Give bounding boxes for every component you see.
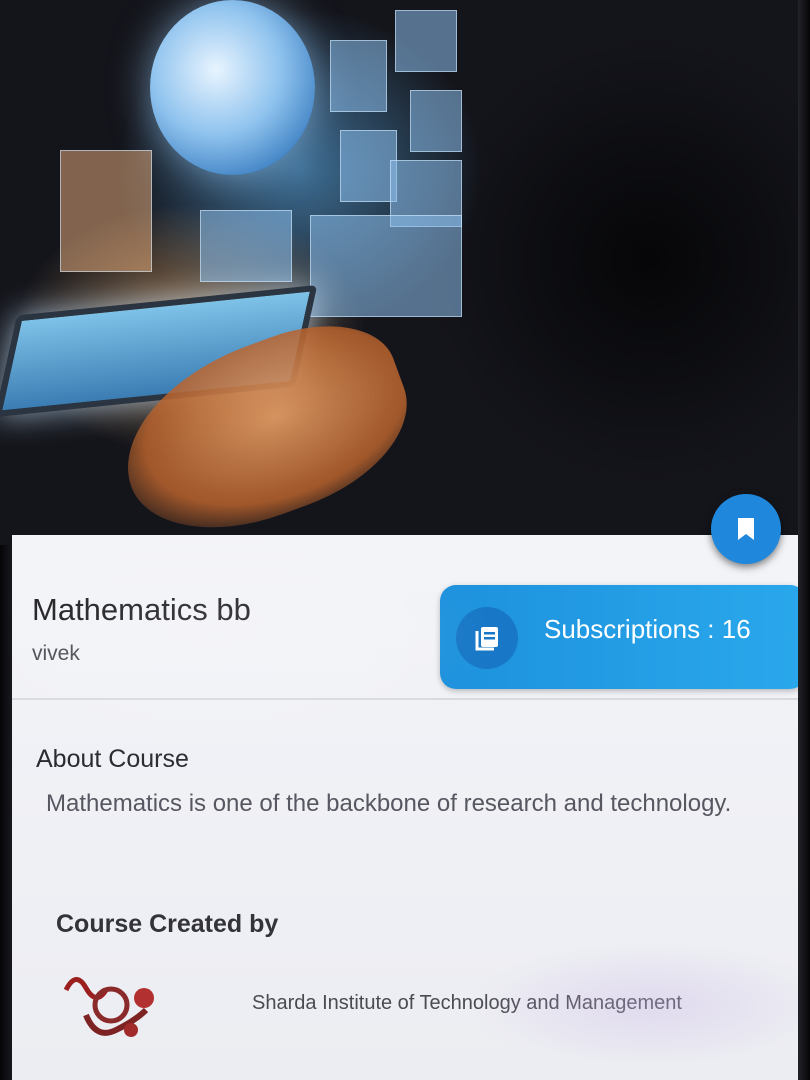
bookmark-button[interactable] bbox=[711, 494, 781, 564]
course-author: vivek bbox=[32, 642, 80, 665]
course-cover-image bbox=[0, 0, 810, 545]
globe-graphic bbox=[150, 0, 315, 175]
library-books-icon bbox=[475, 627, 498, 651]
profile-tile bbox=[410, 90, 462, 152]
profile-tile bbox=[200, 210, 292, 282]
subscriptions-count: Subscriptions : 16 bbox=[544, 614, 751, 644]
profile-tile bbox=[330, 40, 387, 112]
bookmark-icon bbox=[738, 518, 754, 540]
about-course-heading: About Course bbox=[36, 745, 189, 773]
about-course-description: Mathematics is one of the backbone of re… bbox=[46, 790, 732, 817]
phone-bezel-right bbox=[798, 0, 810, 1080]
subscriptions-button[interactable]: Subscriptions : 16 bbox=[440, 585, 806, 689]
subscriptions-icon-badge bbox=[456, 607, 518, 669]
world-map-tile bbox=[310, 215, 462, 317]
course-details-card: Mathematics bb vivek Subscriptions : 16 … bbox=[12, 535, 810, 1080]
section-divider bbox=[12, 698, 810, 700]
document-tile bbox=[60, 150, 152, 272]
profile-tile bbox=[395, 10, 457, 72]
institute-logo bbox=[56, 960, 164, 1055]
profile-tile bbox=[340, 130, 397, 202]
institute-name: Sharda Institute of Technology and Manag… bbox=[252, 992, 682, 1014]
course-title: Mathematics bb bbox=[32, 592, 251, 627]
course-created-by-heading: Course Created by bbox=[56, 910, 279, 938]
